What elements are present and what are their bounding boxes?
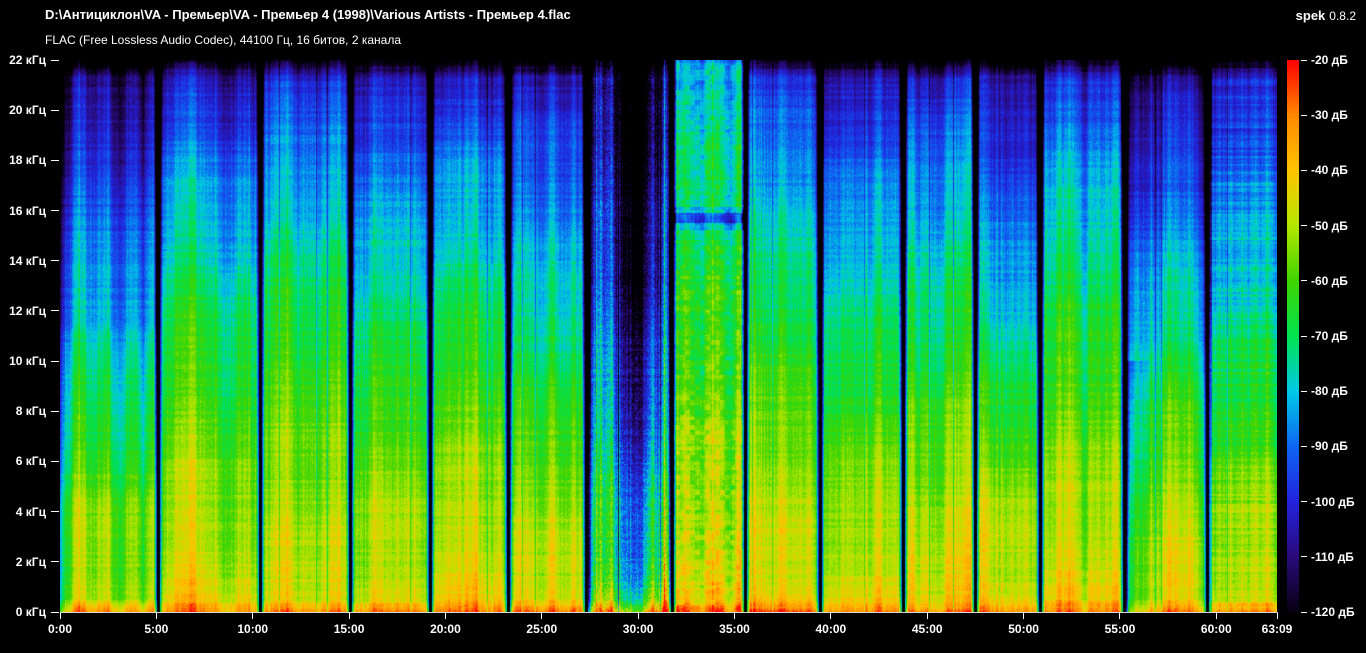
freq-tick-label: 10 кГц bbox=[9, 354, 46, 369]
spectrogram bbox=[60, 60, 1277, 612]
db-tick-mark bbox=[1301, 114, 1307, 116]
time-tick-label: 45:00 bbox=[911, 622, 943, 636]
time-tick-label: 30:00 bbox=[622, 622, 654, 636]
freq-tick-label: 0 кГц bbox=[15, 605, 46, 619]
time-tick-label: 50:00 bbox=[1008, 622, 1039, 636]
x-axis-line bbox=[60, 612, 1278, 613]
freq-tick-label: 4 кГц bbox=[15, 504, 46, 519]
time-tick-mark bbox=[59, 613, 61, 619]
time-tick-label: 10:00 bbox=[237, 622, 269, 636]
db-tick-mark bbox=[1301, 445, 1307, 447]
freq-tick-label: 22 кГц bbox=[9, 53, 46, 67]
freq-tick-label: 20 кГц bbox=[9, 103, 46, 118]
time-tick-mark bbox=[444, 613, 446, 619]
db-tick-label: -60 дБ bbox=[1311, 273, 1348, 288]
freq-tick-mark bbox=[51, 59, 59, 61]
freq-tick-label: 14 кГц bbox=[9, 253, 46, 268]
freq-tick-label: 16 кГц bbox=[9, 203, 46, 218]
time-tick-label: 63:09 bbox=[1261, 622, 1293, 636]
time-tick-label: 0:00 bbox=[47, 622, 73, 636]
spek-window: D:\Антициклон\VA - Премьер\VA - Премьер … bbox=[0, 0, 1366, 653]
time-tick-mark bbox=[1215, 613, 1217, 619]
db-tick-mark bbox=[1301, 556, 1307, 558]
freq-tick-mark bbox=[51, 360, 59, 362]
db-tick-label: -50 дБ bbox=[1311, 218, 1348, 233]
freq-tick-mark bbox=[51, 159, 59, 161]
time-tick-label: 20:00 bbox=[430, 622, 461, 636]
time-tick-label: 15:00 bbox=[333, 622, 365, 636]
time-tick-mark bbox=[1276, 613, 1278, 619]
db-tick-label: -40 дБ bbox=[1311, 163, 1348, 178]
freq-tick-mark bbox=[51, 210, 59, 212]
db-tick-label: -70 дБ bbox=[1311, 329, 1348, 343]
time-tick-label: 60:00 bbox=[1200, 622, 1232, 636]
db-tick-label: -110 дБ bbox=[1311, 549, 1354, 564]
db-tick-mark bbox=[1301, 501, 1307, 503]
freq-tick-label: 18 кГц bbox=[9, 153, 46, 168]
db-tick-label: -100 дБ bbox=[1311, 494, 1355, 509]
freq-tick-mark bbox=[51, 109, 59, 111]
db-tick-mark bbox=[1301, 169, 1307, 171]
freq-tick-mark bbox=[51, 511, 59, 513]
time-tick-label: 55:00 bbox=[1104, 622, 1136, 636]
time-tick-mark bbox=[830, 613, 832, 619]
freq-tick-mark bbox=[51, 611, 59, 613]
freq-tick-label: 6 кГц bbox=[15, 454, 46, 469]
time-tick-label: 25:00 bbox=[526, 622, 558, 636]
time-tick-mark bbox=[1119, 613, 1121, 619]
db-tick-mark bbox=[1301, 335, 1307, 337]
time-tick-label: 35:00 bbox=[719, 622, 750, 636]
time-tick-label: 5:00 bbox=[144, 622, 169, 636]
file-path-title: D:\Антициклон\VA - Премьер\VA - Премьер … bbox=[45, 7, 571, 22]
freq-tick-label: 8 кГц bbox=[15, 404, 46, 419]
freq-tick-label: 2 кГц bbox=[15, 554, 46, 569]
freq-tick-mark bbox=[51, 460, 59, 462]
freq-tick-mark bbox=[51, 260, 59, 262]
freq-tick-mark bbox=[51, 561, 59, 563]
db-tick-label: -30 дБ bbox=[1311, 108, 1348, 123]
time-tick-mark bbox=[926, 613, 928, 619]
time-tick-mark bbox=[155, 613, 157, 619]
db-tick-mark bbox=[1301, 611, 1307, 613]
time-tick-mark bbox=[348, 613, 350, 619]
app-name: spek bbox=[1295, 8, 1326, 23]
db-tick-mark bbox=[1301, 59, 1307, 61]
freq-tick-label: 12 кГц bbox=[9, 303, 46, 318]
time-tick-mark bbox=[541, 613, 543, 619]
db-tick-label: -120 дБ bbox=[1311, 605, 1355, 619]
time-tick-mark bbox=[252, 613, 254, 619]
format-info: FLAC (Free Lossless Audio Codec), 44100 … bbox=[45, 33, 401, 47]
time-tick-mark bbox=[637, 613, 639, 619]
time-tick-mark bbox=[734, 613, 735, 619]
app-version: 0.8.2 bbox=[1329, 9, 1356, 23]
db-tick-label: -90 дБ bbox=[1311, 439, 1348, 454]
freq-tick-mark bbox=[51, 310, 59, 312]
db-tick-mark bbox=[1301, 225, 1307, 227]
freq-tick-mark bbox=[51, 410, 59, 412]
db-tick-mark bbox=[1301, 390, 1307, 392]
time-tick-label: 40:00 bbox=[815, 622, 847, 636]
db-tick-mark bbox=[1301, 280, 1307, 282]
db-tick-label: -80 дБ bbox=[1311, 384, 1348, 399]
db-colorbar bbox=[1287, 60, 1299, 612]
time-tick-mark bbox=[1023, 613, 1025, 619]
db-tick-label: -20 дБ bbox=[1311, 53, 1348, 67]
app-brand: spek 0.8.2 bbox=[1296, 7, 1356, 25]
